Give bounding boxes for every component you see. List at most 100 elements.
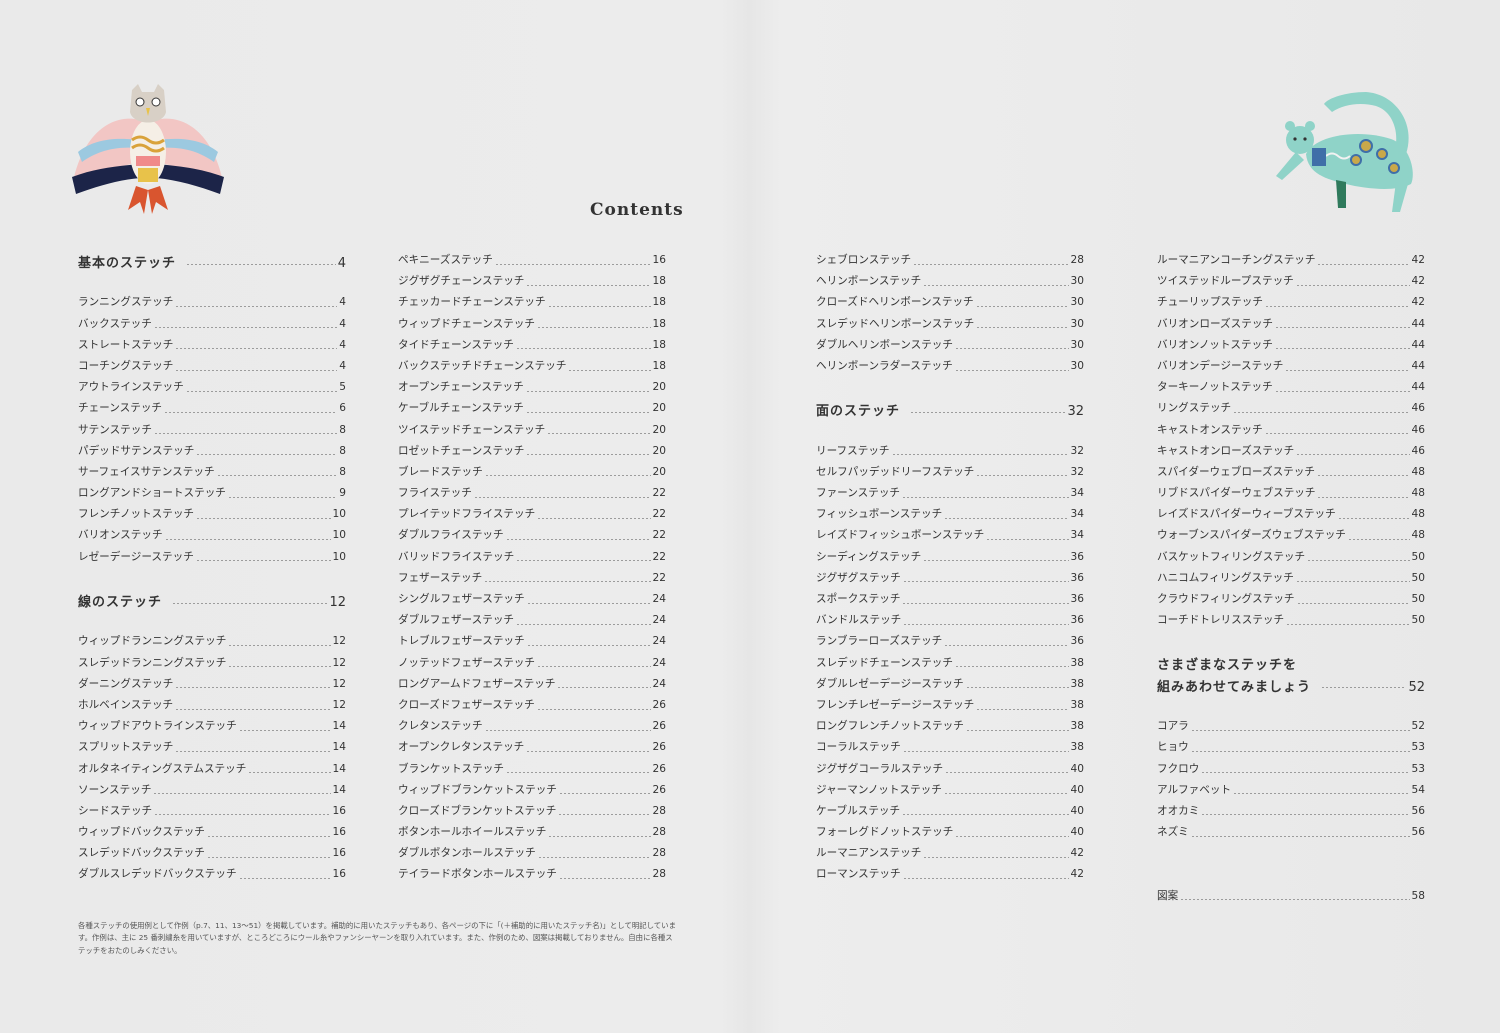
dot-leader bbox=[568, 369, 651, 371]
entry-label: シングルフェザーステッチ bbox=[398, 593, 525, 605]
toc-entry: スポークステッチ 36 bbox=[816, 591, 1084, 612]
page-number: 16 bbox=[332, 826, 346, 839]
entry-label: コアラ bbox=[1157, 720, 1189, 733]
dot-leader bbox=[1274, 348, 1410, 350]
dot-leader bbox=[526, 284, 651, 286]
toc-entry: クラウドフィリングステッチ 50 bbox=[1157, 591, 1425, 612]
dot-leader bbox=[902, 750, 1069, 752]
entry-label: リングステッチ bbox=[1157, 402, 1232, 415]
entry-label: 図案 bbox=[1157, 889, 1179, 902]
toc-entry: クローズドブランケットステッチ 28 bbox=[398, 803, 666, 824]
entry-label: 基本のステッチ bbox=[78, 256, 177, 271]
entry-label: テイラードボタンホールステッチ bbox=[398, 868, 557, 881]
page-number: 30 bbox=[1070, 359, 1084, 372]
entry-label: 面のステッチ bbox=[816, 404, 901, 420]
page-number: 46 bbox=[1411, 402, 1425, 415]
entry-label: ヒョウ bbox=[1157, 741, 1189, 754]
toc-entry: ウィップドバックステッチ 16 bbox=[78, 824, 346, 845]
dot-leader bbox=[505, 772, 651, 774]
entry-label: オルタネイティングステムステッチ bbox=[78, 762, 247, 775]
dot-leader bbox=[1190, 729, 1410, 731]
toc-entry: バスケットフィリングステッチ 50 bbox=[1157, 549, 1425, 570]
entry-label: 線のステッチ bbox=[78, 595, 163, 610]
page-number: 24 bbox=[652, 635, 666, 648]
entry-label: バンドルステッチ bbox=[816, 614, 902, 627]
entry-label: コーチドトレリスステッチ bbox=[1157, 614, 1285, 627]
entry-label: バスケットフィリングステッチ bbox=[1157, 550, 1306, 563]
entry-label: リーフステッチ bbox=[816, 444, 890, 457]
page-number: 38 bbox=[1070, 698, 1084, 711]
page-number: 58 bbox=[1411, 889, 1425, 902]
page-number: 40 bbox=[1070, 826, 1084, 839]
entry-label: ウィップドチェーンステッチ bbox=[398, 317, 535, 330]
dot-leader bbox=[902, 496, 1069, 498]
toc-entry: スレデッドランニングステッチ 12 bbox=[78, 655, 346, 676]
toc-entry: フレンチノットステッチ 10 bbox=[78, 506, 346, 527]
entry-label: ジグザグチェーンステッチ bbox=[398, 275, 525, 288]
section-heading: 基本のステッチ 4 bbox=[78, 252, 346, 273]
page-number: 54 bbox=[1411, 783, 1425, 796]
dot-leader bbox=[903, 623, 1069, 625]
entry-label: ソーンステッチ bbox=[78, 783, 152, 796]
dot-leader bbox=[154, 814, 331, 816]
entry-label: ツイステッドループステッチ bbox=[1157, 275, 1294, 288]
page-number: 4 bbox=[337, 256, 346, 271]
page-number: 18 bbox=[652, 296, 666, 309]
toc-entry: キャストオンステッチ 46 bbox=[1157, 422, 1425, 443]
entry-label: ウォーブンスパイダーズウェブステッチ bbox=[1157, 529, 1346, 542]
dot-leader bbox=[910, 411, 1066, 413]
toc-entry: ダブルヘリンボーンステッチ 30 bbox=[816, 337, 1084, 358]
page-number: 28 bbox=[652, 868, 666, 881]
page-number: 18 bbox=[652, 359, 666, 372]
entry-label: 組みあわせてみましょう bbox=[1157, 679, 1312, 695]
page-number: 4 bbox=[339, 359, 346, 372]
page-number: 14 bbox=[332, 720, 346, 733]
dot-leader bbox=[954, 666, 1069, 668]
page-number: 12 bbox=[332, 698, 346, 711]
page-number: 52 bbox=[1411, 720, 1425, 733]
dot-leader bbox=[955, 835, 1069, 837]
toc-entry: ダブルフライステッチ 22 bbox=[398, 527, 666, 548]
toc-entry: バックステッチドチェーンステッチ 18 bbox=[398, 358, 666, 379]
entry-label: オオカミ bbox=[1157, 804, 1200, 817]
page-number: 24 bbox=[652, 614, 666, 627]
page-number: 22 bbox=[652, 550, 666, 563]
dot-leader bbox=[976, 327, 1069, 329]
toc-entry: バンドルステッチ 36 bbox=[816, 612, 1084, 633]
dot-leader bbox=[526, 602, 651, 604]
entry-label: プレイテッドフライステッチ bbox=[398, 508, 536, 521]
dot-leader bbox=[228, 666, 331, 668]
footnote: 各種ステッチの使用例として作例（p.7、11、13〜51）を掲載しています。補助… bbox=[78, 921, 676, 955]
entry-label: ハニコムフィリングステッチ bbox=[1157, 571, 1294, 584]
page-number: 28 bbox=[1070, 254, 1084, 266]
entry-label: フライステッチ bbox=[398, 487, 472, 500]
section-heading: 線のステッチ 12 bbox=[78, 591, 346, 612]
dot-leader bbox=[175, 687, 331, 689]
dot-leader bbox=[1321, 687, 1407, 689]
dot-leader bbox=[238, 878, 331, 880]
entry-label: クラウドフィリングステッチ bbox=[1157, 593, 1295, 605]
page-number: 26 bbox=[652, 698, 666, 711]
dot-leader bbox=[943, 793, 1069, 795]
toc-entry: フレンチレゼーデージーステッチ 38 bbox=[816, 697, 1084, 718]
page-number: 38 bbox=[1070, 741, 1084, 754]
page-number: 44 bbox=[1411, 338, 1425, 351]
page-number: 30 bbox=[1070, 338, 1084, 351]
page-number: 24 bbox=[652, 656, 666, 669]
toc-entry: オルタネイティングステムステッチ 14 bbox=[78, 761, 346, 782]
toc-entry: パデッドサテンステッチ 8 bbox=[78, 443, 346, 464]
dot-leader bbox=[153, 327, 338, 329]
dot-leader bbox=[153, 433, 338, 435]
page-number: 20 bbox=[652, 423, 666, 436]
entry-label: アルファベット bbox=[1157, 783, 1232, 796]
page-number: 42 bbox=[1411, 275, 1425, 288]
dot-leader bbox=[1296, 454, 1410, 456]
page-number: 24 bbox=[652, 677, 666, 690]
toc-entry: ハニコムフィリングステッチ 50 bbox=[1157, 570, 1425, 591]
page-number: 40 bbox=[1070, 762, 1084, 775]
entry-label: ケーブルチェーンステッチ bbox=[398, 402, 524, 415]
entry-label: クレタンステッチ bbox=[398, 720, 483, 733]
